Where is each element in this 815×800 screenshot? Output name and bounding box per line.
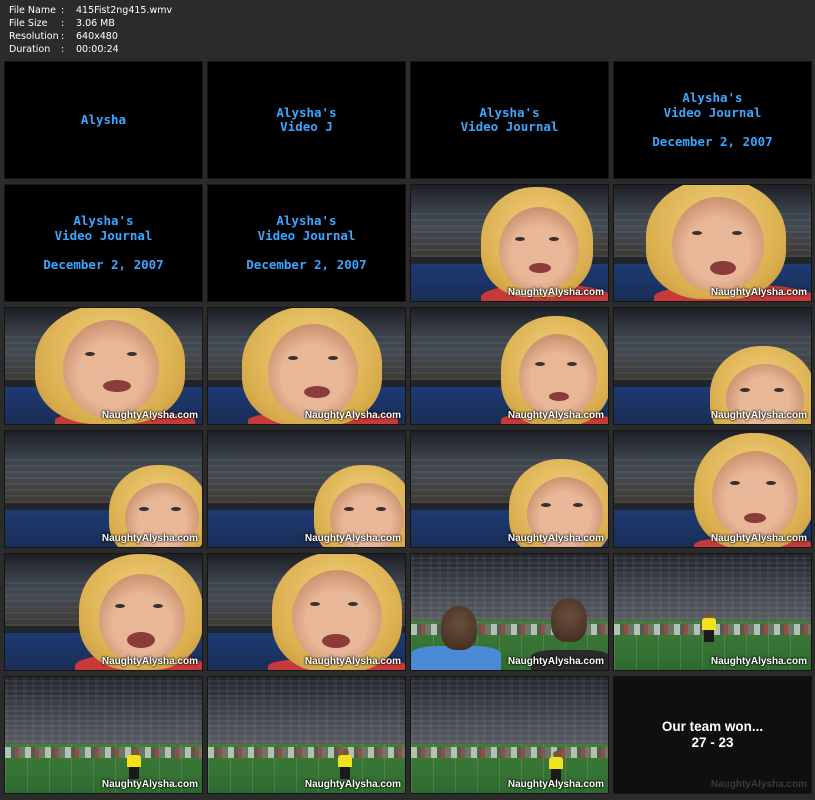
watermark: NaughtyAlysha.com [507, 656, 604, 667]
thumbnail-frame-21: NaughtyAlysha.com [4, 676, 203, 794]
thumbnail-final-card: Our team won... 27 - 23 NaughtyAlysha.co… [613, 676, 812, 794]
thumbnail-frame-16: NaughtyAlysha.com [613, 430, 812, 548]
resolution-label: Resolution [9, 31, 59, 42]
title-text: Alysha's Video J [276, 104, 337, 134]
thumbnail-title-2: Alysha's Video J [207, 61, 406, 179]
file-name-value: 415Fist2ng415.wmv [76, 5, 173, 16]
title-text: Alysha's Video Journal [460, 104, 559, 134]
thumbnail-grid: Alysha Alysha's Video J Alysha's Video J… [4, 61, 812, 794]
watermark: NaughtyAlysha.com [101, 533, 198, 544]
watermark: NaughtyAlysha.com [304, 410, 401, 421]
watermark: NaughtyAlysha.com [710, 533, 807, 544]
thumbnail-frame-7: NaughtyAlysha.com [410, 184, 609, 302]
title-text: Alysha's Video Journal December 2, 2007 [652, 90, 773, 149]
duration-value: 00:00:24 [76, 44, 119, 55]
separator: : [61, 44, 65, 55]
thumbnail-frame-12: NaughtyAlysha.com [613, 307, 812, 425]
duration-label: Duration [9, 44, 51, 55]
watermark: NaughtyAlysha.com [710, 287, 807, 298]
thumbnail-title-4: Alysha's Video Journal December 2, 2007 [613, 61, 812, 179]
file-size-label: File Size [9, 18, 48, 29]
watermark: NaughtyAlysha.com [507, 410, 604, 421]
thumbnail-frame-10: NaughtyAlysha.com [207, 307, 406, 425]
thumbnail-frame-19: NaughtyAlysha.com [410, 553, 609, 671]
resolution-row: Resolution : 640x480 [9, 30, 172, 43]
file-size-value: 3.06 MB [76, 18, 115, 29]
thumbnail-frame-11: NaughtyAlysha.com [410, 307, 609, 425]
thumbnail-frame-20: NaughtyAlysha.com [613, 553, 812, 671]
separator: : [61, 5, 65, 16]
thumbnail-frame-18: NaughtyAlysha.com [207, 553, 406, 671]
thumbnail-frame-17: NaughtyAlysha.com [4, 553, 203, 671]
watermark: NaughtyAlysha.com [304, 779, 401, 790]
file-name-row: File Name : 415Fist2ng415.wmv [9, 4, 172, 17]
thumbnail-frame-22: NaughtyAlysha.com [207, 676, 406, 794]
thumbnail-frame-9: NaughtyAlysha.com [4, 307, 203, 425]
thumbnail-frame-23: NaughtyAlysha.com [410, 676, 609, 794]
thumbnail-frame-14: NaughtyAlysha.com [207, 430, 406, 548]
title-text: Alysha's Video Journal December 2, 2007 [43, 213, 164, 272]
thumbnail-frame-13: NaughtyAlysha.com [4, 430, 203, 548]
separator: : [61, 18, 65, 29]
file-name-label: File Name [9, 5, 56, 16]
file-info-panel: File Name : 415Fist2ng415.wmv File Size … [9, 4, 172, 56]
thumbnail-title-1: Alysha [4, 61, 203, 179]
watermark: NaughtyAlysha.com [710, 656, 807, 667]
resolution-value: 640x480 [76, 31, 118, 42]
final-score: 27 - 23 [691, 735, 734, 750]
duration-row: Duration : 00:00:24 [9, 43, 172, 56]
thumbnail-title-5: Alysha's Video Journal December 2, 2007 [4, 184, 203, 302]
watermark: NaughtyAlysha.com [101, 410, 198, 421]
watermark: NaughtyAlysha.com [101, 656, 198, 667]
separator: : [61, 31, 65, 42]
file-size-row: File Size : 3.06 MB [9, 17, 172, 30]
watermark: NaughtyAlysha.com [710, 779, 807, 790]
title-text: Alysha [80, 111, 127, 127]
thumbnail-title-6: Alysha's Video Journal December 2, 2007 [207, 184, 406, 302]
watermark: NaughtyAlysha.com [710, 410, 807, 421]
watermark: NaughtyAlysha.com [507, 779, 604, 790]
watermark: NaughtyAlysha.com [304, 533, 401, 544]
watermark: NaughtyAlysha.com [507, 287, 604, 298]
watermark: NaughtyAlysha.com [304, 656, 401, 667]
title-text: Alysha's Video Journal December 2, 2007 [246, 213, 367, 272]
thumbnail-frame-8: NaughtyAlysha.com [613, 184, 812, 302]
final-message: Our team won... [661, 719, 764, 734]
watermark: NaughtyAlysha.com [101, 779, 198, 790]
thumbnail-frame-15: NaughtyAlysha.com [410, 430, 609, 548]
thumbnail-title-3: Alysha's Video Journal [410, 61, 609, 179]
watermark: NaughtyAlysha.com [507, 533, 604, 544]
